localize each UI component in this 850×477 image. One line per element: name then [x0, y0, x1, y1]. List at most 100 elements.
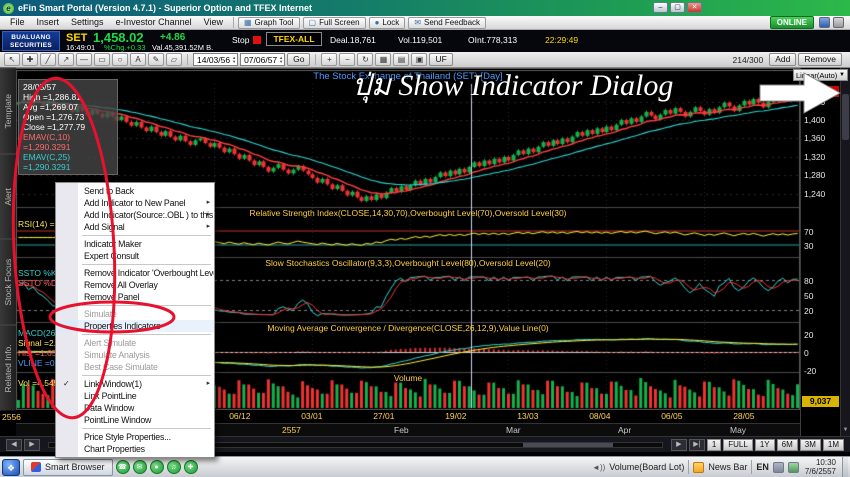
- start-icon[interactable]: ❖: [2, 458, 20, 476]
- toolbar-full-screen[interactable]: ▢ Full Screen: [302, 16, 366, 29]
- maximize-button[interactable]: ▢: [670, 2, 685, 13]
- crosshair-icon[interactable]: ✚: [22, 53, 38, 66]
- menu-settings[interactable]: Settings: [65, 16, 110, 29]
- scroll-left-button[interactable]: ▶: [24, 438, 40, 451]
- menu-e-investor-channel[interactable]: e-Investor Channel: [110, 16, 198, 29]
- phone-icon[interactable]: ☎: [115, 460, 130, 474]
- menu-item-simulate-analysis: Simulate Analysis: [84, 350, 150, 360]
- scroll-down-icon[interactable]: ▼: [841, 426, 850, 435]
- draw-tools-group: ↖ ✚ ╱ ↗ ― ▭ ○ A ✎ ▱: [4, 53, 182, 66]
- menu-item-properties-indicators[interactable]: Properties Indicators: [56, 320, 214, 332]
- tfex-all-tab[interactable]: TFEX-ALL: [266, 32, 322, 46]
- speaker-icon[interactable]: ◄)): [592, 463, 605, 472]
- menu-item-data-window[interactable]: Data Window: [56, 402, 214, 414]
- horizontal-line-icon[interactable]: ―: [76, 53, 92, 66]
- menu-item-price-style-properties[interactable]: Price Style Properties...: [56, 431, 214, 443]
- zoom-full-button[interactable]: FULL: [723, 438, 753, 451]
- market-value: Val.45,391.52M B.: [152, 43, 214, 52]
- toolbar-send-feedback[interactable]: ✉ Send Feedback: [408, 16, 487, 29]
- zoom-in-icon[interactable]: +: [321, 53, 338, 66]
- date-to-input[interactable]: 07/06/57 ▲ ▼: [240, 53, 286, 66]
- chat-icon[interactable]: ●: [149, 460, 164, 474]
- menu-item-link-pointline[interactable]: Link PointLine: [56, 390, 214, 402]
- scroll-right-button[interactable]: ▶|: [688, 438, 705, 451]
- menu-separator: [82, 375, 211, 376]
- menu-item-send-to-back[interactable]: Send to Back: [56, 185, 214, 197]
- zoom-6m-button[interactable]: 6M: [776, 438, 798, 451]
- pointer-icon[interactable]: ↖: [4, 53, 20, 66]
- open-interest-stat: OInt.778,313: [468, 35, 518, 45]
- tray-icon[interactable]: [787, 461, 799, 473]
- mail-icon[interactable]: ✉: [132, 460, 147, 474]
- menu-item-remove-indicator-overbought-level-70[interactable]: Remove Indicator 'Overbought Level(70)': [56, 267, 214, 279]
- date-label: 08/04: [589, 411, 611, 421]
- toolbar-graph-tool[interactable]: ▦ Graph Tool: [237, 16, 300, 29]
- minimize-button[interactable]: –: [653, 2, 668, 13]
- index-change: +4.86: [160, 32, 186, 43]
- smart-browser-label: Smart Browser: [45, 462, 105, 472]
- chart-scrollbar[interactable]: ▲ ▼: [840, 68, 850, 436]
- side-tab-stock-focus[interactable]: Stock Focus: [0, 239, 16, 325]
- menu-item-chart-properties[interactable]: Chart Properties: [56, 443, 214, 455]
- month-label: 2557: [282, 425, 301, 435]
- nav-scroll-thumb[interactable]: [522, 442, 613, 447]
- pencil-icon[interactable]: ✎: [148, 53, 164, 66]
- music-icon[interactable]: ♫: [166, 460, 181, 474]
- scroll-left-button[interactable]: ◀: [6, 438, 22, 451]
- menu-item-add-indicator-to-new-panel[interactable]: Add Indicator to New Panel ▸: [56, 197, 214, 209]
- news-bar-label[interactable]: News Bar: [708, 462, 747, 472]
- spinner-icon[interactable]: ▲ ▼: [232, 55, 236, 64]
- menu-insert[interactable]: Insert: [31, 16, 66, 29]
- add-button[interactable]: Add: [769, 53, 797, 66]
- zoom-1y-button[interactable]: 1Y: [754, 438, 775, 451]
- rsi-tick: 70: [804, 226, 814, 237]
- side-tab-alert[interactable]: Alert: [0, 153, 16, 239]
- menu-item-add-signal[interactable]: Add Signal ▸: [56, 221, 214, 233]
- arrow-line-icon[interactable]: ↗: [58, 53, 74, 66]
- language-indicator[interactable]: EN: [756, 462, 769, 472]
- date-from-input[interactable]: 14/03/56 ▲ ▼: [193, 53, 239, 66]
- zoom-3m-button[interactable]: 3M: [799, 438, 821, 451]
- zoom-1-button[interactable]: 1: [706, 438, 722, 451]
- legend-high: High =1,286.81: [23, 92, 81, 102]
- menu-view[interactable]: View: [198, 16, 229, 29]
- scroll-right-button[interactable]: ▶: [670, 438, 687, 451]
- zoom-1m-button[interactable]: 1M: [822, 438, 844, 451]
- menu-item-indicator-maker[interactable]: Indicator Maker: [56, 238, 214, 250]
- smart-browser-button[interactable]: Smart Browser: [23, 458, 113, 476]
- deal-stat: Deal.18,761: [330, 35, 376, 45]
- menu-item-add-indicator-source-obl-to-this-panel[interactable]: Add Indicator(Source:.OBL ) to this Pane…: [56, 209, 214, 221]
- month-label: Apr: [618, 425, 632, 435]
- channel-icon[interactable]: [819, 17, 830, 28]
- show-desktop-button[interactable]: [842, 456, 848, 477]
- text-tool-icon[interactable]: A: [130, 53, 146, 66]
- month-label: Feb: [394, 425, 409, 435]
- menu-item-expert-consult[interactable]: Expert Consult: [56, 250, 214, 262]
- menu-file[interactable]: File: [4, 16, 31, 29]
- add-icon[interactable]: ✚: [183, 460, 198, 474]
- rectangle-icon[interactable]: ▭: [94, 53, 110, 66]
- spinner-icon[interactable]: ▲ ▼: [279, 55, 283, 64]
- bar-counter: 214/300: [732, 54, 764, 65]
- eraser-icon[interactable]: ▱: [166, 53, 182, 66]
- menu-item-link-window-1[interactable]: ✓ Link Window(1) ▸: [56, 378, 214, 390]
- menu-item-remove-panel[interactable]: Remove Panel: [56, 291, 214, 303]
- tray-icon[interactable]: [772, 461, 784, 473]
- side-tab-related-info[interactable]: Related Info.: [0, 324, 16, 410]
- clock[interactable]: 10:30 7/6/2557: [805, 458, 836, 476]
- trendline-icon[interactable]: ╱: [40, 53, 56, 66]
- menu-item-pointline-window[interactable]: PointLine Window: [56, 414, 214, 426]
- side-tab-template[interactable]: Template: [0, 68, 16, 154]
- help-icon[interactable]: [833, 17, 844, 28]
- news-icon[interactable]: [693, 461, 705, 473]
- legend-avg: Avg =1,269.07: [23, 102, 78, 112]
- menu-item-simulate: Simulate: [84, 309, 117, 319]
- menu-item-remove-all-overlay[interactable]: Remove All Overlay: [56, 279, 214, 291]
- go-button[interactable]: Go: [287, 53, 311, 66]
- close-button[interactable]: ✕: [687, 2, 702, 13]
- ellipse-icon[interactable]: ○: [112, 53, 128, 66]
- volume-board-lot-label[interactable]: Volume(Board Lot): [609, 462, 684, 472]
- toolbar-lock[interactable]: ● Lock: [368, 16, 406, 29]
- remove-button[interactable]: Remove: [798, 53, 842, 66]
- menu-separator: [82, 428, 211, 429]
